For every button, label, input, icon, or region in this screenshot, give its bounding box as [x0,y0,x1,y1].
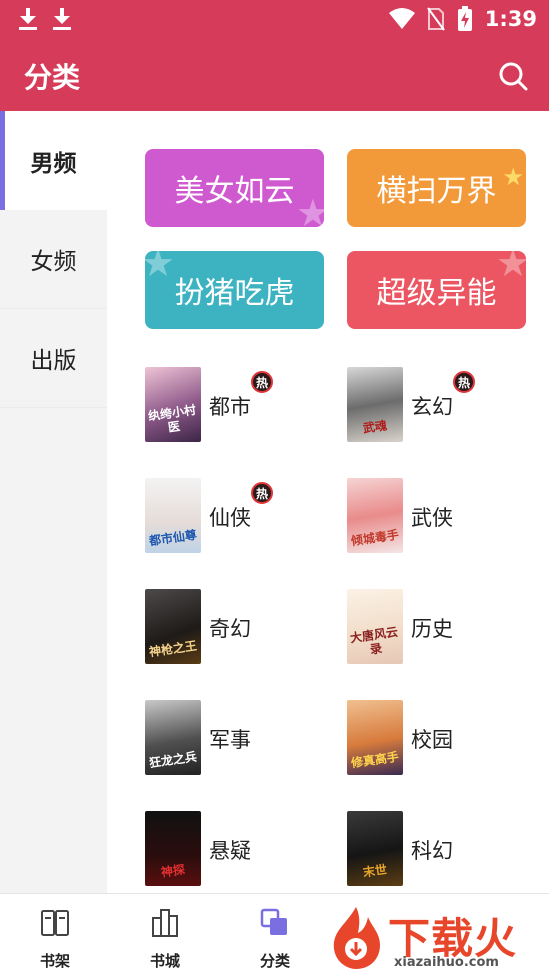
watermark-logo: 下载火 xiazaihuo.com [326,905,549,976]
banner-hengsaowanjie[interactable]: ★ 横扫万界 [347,149,526,227]
book-cover: 神枪之王 [145,589,201,664]
battery-charging-icon [457,6,472,31]
category-kehuan[interactable]: 末世 科幻 [347,811,537,886]
category-label: 科幻 [411,839,453,863]
category-label: 武侠 [411,506,453,530]
category-icon [260,908,287,935]
app-bar: 分类 [0,40,549,111]
hot-badge: 热 [453,371,475,393]
nav-label: 分类 [259,952,290,970]
star-icon: ★ [145,251,176,285]
hot-badge: 热 [251,482,273,504]
bookstore-icon [152,909,178,937]
category-xuanhuan[interactable]: 武魂 玄幻 热 [347,367,537,442]
sidebar-item-label: 女频 [30,249,77,275]
sidebar-item-publish[interactable]: 出版 [0,309,107,408]
book-cover: 狂龙之兵 [145,700,201,775]
sidebar-item-label: 男频 [30,150,77,177]
category-lishi[interactable]: 大唐风云录 历史 [347,589,537,664]
category-junshi[interactable]: 狂龙之兵 军事 [145,700,335,775]
sidebar-item-label: 出版 [30,348,77,374]
sidebar: 男频 女频 出版 [0,111,107,893]
sidebar-item-female[interactable]: 女频 [0,210,107,309]
watermark-url: xiazaihuo.com [394,955,499,970]
no-sim-icon [426,7,445,31]
category-xuanyi[interactable]: 神探 悬疑 [145,811,335,886]
book-cover: 倾城毒手 [347,478,403,553]
download-icon [18,6,38,32]
flame-icon [333,907,380,969]
category-xiaoyuan[interactable]: 修真高手 校园 [347,700,537,775]
category-label: 仙侠 [209,506,251,530]
status-time: 1:39 [484,7,537,31]
category-label: 都市 [209,395,251,419]
category-label: 奇幻 [209,617,251,641]
hot-badge: 热 [251,371,273,393]
book-cover: 末世 [347,811,403,886]
category-label: 历史 [411,617,453,641]
category-label: 悬疑 [209,839,251,863]
nav-label: 书城 [149,952,180,970]
banner-label: 超级异能 [376,276,497,311]
category-label: 校园 [411,728,453,752]
bookshelf-icon [41,910,69,936]
book-cover: 大唐风云录 [347,589,403,664]
nav-bookstore[interactable]: 书城 [110,906,220,970]
category-xianxia[interactable]: 都市仙尊 仙侠 热 [145,478,335,553]
book-cover: 都市仙尊 [145,478,201,553]
book-cover: 纨绔小村医 [145,367,201,442]
banner-label: 扮猪吃虎 [174,276,295,311]
banner-label: 横扫万界 [376,174,497,209]
search-icon[interactable] [497,60,529,92]
category-qihuan[interactable]: 神枪之王 奇幻 [145,589,335,664]
book-cover: 神探 [145,811,201,886]
nav-category[interactable]: 分类 [220,906,330,970]
page-title: 分类 [24,61,81,94]
star-icon: ★ [295,191,324,227]
category-wuxia[interactable]: 倾城毒手 武侠 [347,478,537,553]
star-icon: ★ [495,251,526,285]
nav-label: 书架 [39,952,70,970]
banner-banzhuchihu[interactable]: ★ 扮猪吃虎 [145,251,324,329]
category-dushi[interactable]: 纨绔小村医 都市 热 [145,367,335,442]
star-icon: ★ [502,163,524,191]
wifi-icon [388,8,415,29]
book-cover: 武魂 [347,367,403,442]
sidebar-item-male[interactable]: 男频 [0,111,107,210]
book-cover: 修真高手 [347,700,403,775]
nav-bookshelf[interactable]: 书架 [0,906,110,970]
category-content: ★ 美女如云 ★ 横扫万界 ★ 扮猪吃虎 ★ 超级异能 纨绔小村医 都市 热 武… [107,111,549,893]
status-bar: 1:39 [0,0,549,40]
download-icon [52,6,72,32]
banner-chaojiyineng[interactable]: ★ 超级异能 [347,251,526,329]
banner-meinvruyun[interactable]: ★ 美女如云 [145,149,324,227]
category-label: 军事 [209,728,251,752]
banner-label: 美女如云 [174,174,295,209]
category-label: 玄幻 [411,395,453,419]
